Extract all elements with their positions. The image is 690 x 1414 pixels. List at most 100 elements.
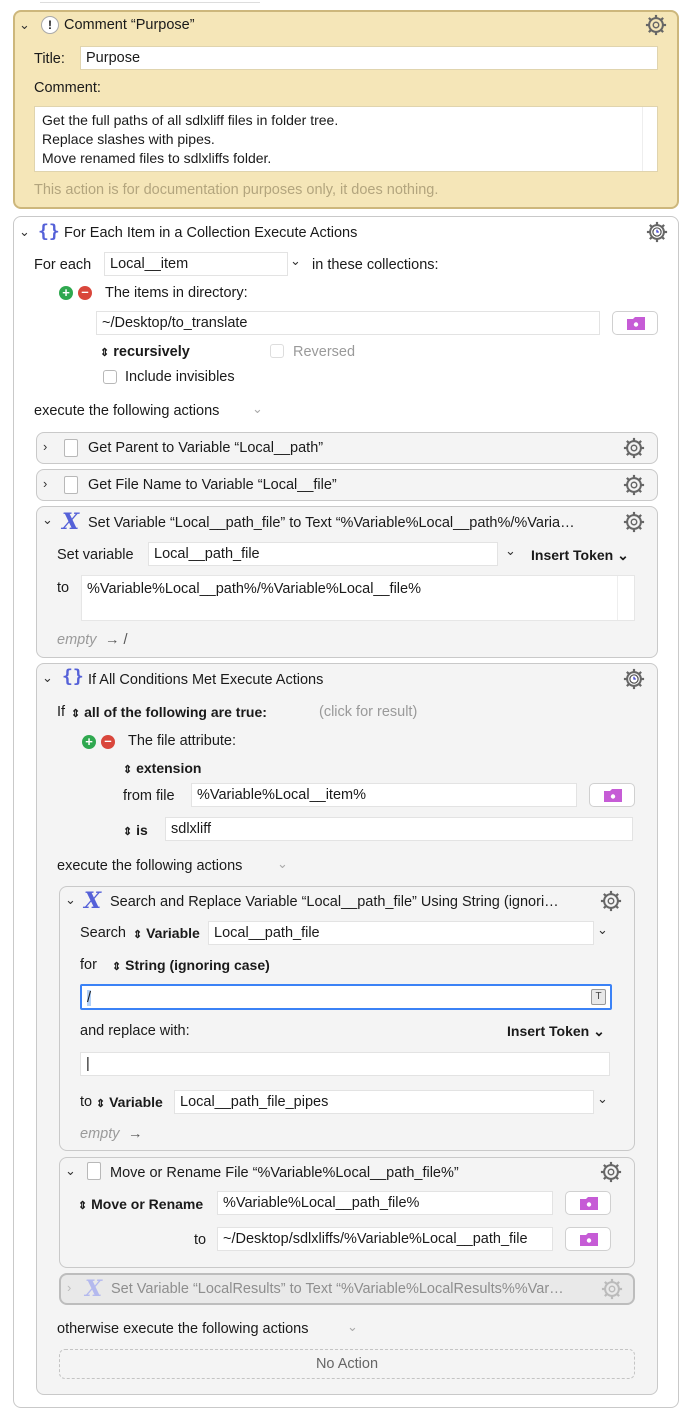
search-mode-selector[interactable]: ⇕ String (ignoring case): [112, 957, 270, 973]
search-variable-field[interactable]: Local__path_file: [208, 921, 594, 945]
folder-picker-button[interactable]: [612, 311, 658, 335]
gear-icon[interactable]: [600, 1161, 622, 1183]
updown-icon: ⇕: [133, 929, 143, 941]
folder-picker-button[interactable]: [565, 1227, 611, 1251]
no-action-dropzone[interactable]: No Action: [59, 1349, 635, 1379]
get-filename-action[interactable]: › Get File Name to Variable “Local__file…: [36, 469, 658, 501]
collapse-chevron-icon[interactable]: ⌄: [65, 1163, 76, 1179]
gear-icon[interactable]: [645, 14, 667, 36]
for-each-action: ⌄ {} For Each Item in a Collection Execu…: [13, 216, 679, 1408]
move-source-field[interactable]: %Variable%Local__path_file%: [217, 1191, 553, 1215]
gear-clock-icon[interactable]: [623, 668, 645, 690]
attribute-selector[interactable]: ⇕ extension: [123, 760, 201, 776]
text-scrollbar[interactable]: [617, 576, 635, 620]
loop-variable-field[interactable]: Local__item: [104, 252, 288, 276]
insert-token-menu[interactable]: Insert Token ⌄: [531, 547, 629, 564]
updown-icon: ⇕: [71, 708, 81, 720]
gear-icon[interactable]: [600, 890, 622, 912]
variable-dropdown-chevron-icon[interactable]: ⌄: [597, 1091, 608, 1107]
expand-chevron-icon[interactable]: ›: [43, 439, 47, 454]
search-label: Search: [80, 925, 126, 941]
disabled-set-variable-action[interactable]: › X Set Variable “LocalResults” to Text …: [59, 1273, 635, 1305]
updown-icon: ⇕: [78, 1200, 88, 1212]
to-type-selector[interactable]: ⇕ Variable: [96, 1094, 163, 1110]
gear-clock-icon[interactable]: [646, 221, 668, 243]
search-type-label: Variable: [146, 925, 200, 941]
search-text: /: [87, 990, 92, 1006]
updown-icon: ⇕: [100, 347, 110, 359]
comment-footer: This action is for documentation purpose…: [34, 182, 439, 198]
folder-picker-button[interactable]: [589, 783, 635, 807]
set-variable-name-field[interactable]: Local__path_file: [148, 542, 498, 566]
is-value-field[interactable]: sdlxliff: [165, 817, 633, 841]
search-mode-label: String (ignoring case): [125, 957, 270, 973]
gear-icon[interactable]: [601, 1278, 623, 1300]
if-braces-icon: {}: [62, 666, 84, 687]
is-label: is: [136, 822, 148, 838]
if-title: If All Conditions Met Execute Actions: [88, 672, 324, 688]
include-invisibles-checkbox[interactable]: [103, 370, 117, 384]
to-variable-field[interactable]: Local__path_file_pipes: [174, 1090, 594, 1114]
empty-hint: empty: [80, 1126, 120, 1142]
document-icon: [64, 476, 78, 494]
set-variable-action: ⌄ X Set Variable “Local__path_file” to T…: [36, 506, 658, 658]
collapse-chevron-icon[interactable]: ⌄: [65, 892, 76, 908]
collapse-chevron-icon[interactable]: ⌄: [19, 17, 30, 33]
variable-dropdown-chevron-icon[interactable]: ⌄: [505, 543, 516, 559]
textarea-scrollbar[interactable]: [642, 107, 657, 171]
move-dest-field[interactable]: ~/Desktop/sdlxliffs/%Variable%Local__pat…: [217, 1227, 553, 1251]
directory-field[interactable]: ~/Desktop/to_translate: [96, 311, 600, 335]
set-variable-title: Set Variable “Local__path_file” to Text …: [88, 515, 575, 531]
move-mode-selector[interactable]: ⇕ Move or Rename: [78, 1196, 203, 1212]
title-field[interactable]: Purpose: [80, 46, 658, 70]
gear-icon[interactable]: [623, 511, 645, 533]
collapse-chevron-icon[interactable]: ⌄: [19, 224, 30, 240]
execute-actions-chevron-icon[interactable]: ⌄: [277, 856, 288, 872]
set-variable-text-field[interactable]: %Variable%Local__path%/%Variable%Local__…: [81, 575, 635, 621]
get-filename-title: Get File Name to Variable “Local__file”: [88, 477, 337, 493]
variable-dropdown-chevron-icon[interactable]: ⌄: [597, 922, 608, 938]
reversed-checkbox[interactable]: [270, 344, 284, 358]
add-condition-icon[interactable]: +: [82, 735, 96, 749]
from-file-field[interactable]: %Variable%Local__item%: [191, 783, 577, 807]
gear-icon[interactable]: [623, 474, 645, 496]
chevron-down-icon: ⌄: [617, 547, 629, 563]
insert-token-label: Insert Token: [531, 547, 614, 563]
remove-collection-icon[interactable]: –: [78, 285, 92, 300]
search-text-field[interactable]: / T: [80, 984, 612, 1010]
comment-title: Comment “Purpose”: [64, 17, 195, 33]
if-conditions-action: ⌄ {} If All Conditions Met Execute Actio…: [36, 663, 658, 1395]
attribute-label: extension: [136, 760, 202, 776]
variable-x-icon: X: [84, 888, 102, 914]
text-token-icon[interactable]: T: [591, 989, 606, 1005]
from-file-label: from file: [123, 788, 175, 804]
collapse-chevron-icon[interactable]: ⌄: [42, 670, 53, 686]
get-parent-action[interactable]: › Get Parent to Variable “Local__path”: [36, 432, 658, 464]
replace-text-field[interactable]: |: [80, 1052, 610, 1076]
variable-dropdown-chevron-icon[interactable]: ⌄: [290, 253, 301, 269]
collapse-chevron-icon[interactable]: ⌄: [42, 512, 53, 528]
reversed-label: Reversed: [293, 344, 356, 360]
search-type-selector[interactable]: ⇕ Variable: [133, 925, 200, 941]
variable-x-icon: X: [85, 1276, 103, 1302]
remove-condition-icon[interactable]: –: [101, 734, 115, 749]
click-for-result[interactable]: (click for result): [319, 704, 417, 720]
condition-mode-selector[interactable]: ⇕ all of the following are true:: [71, 704, 267, 720]
comment-textarea[interactable]: Get the full paths of all sdlxliff files…: [34, 106, 658, 172]
folder-picker-button[interactable]: [565, 1191, 611, 1215]
insert-token-menu[interactable]: Insert Token ⌄: [507, 1023, 605, 1040]
updown-icon: ⇕: [96, 1098, 106, 1110]
recursively-selector[interactable]: ⇕ recursively: [100, 344, 190, 360]
otherwise-chevron-icon[interactable]: ⌄: [347, 1319, 358, 1335]
is-selector[interactable]: ⇕ is: [123, 822, 148, 838]
gear-icon[interactable]: [623, 437, 645, 459]
search-replace-title: Search and Replace Variable “Local__path…: [110, 894, 559, 910]
replace-label: and replace with:: [80, 1023, 190, 1039]
updown-icon: ⇕: [112, 961, 122, 973]
empty-result-arrow: →: [128, 1126, 143, 1142]
expand-chevron-icon[interactable]: ›: [43, 476, 47, 491]
expand-chevron-icon[interactable]: ›: [67, 1280, 71, 1295]
add-collection-icon[interactable]: +: [59, 286, 73, 300]
execute-actions-chevron-icon[interactable]: ⌄: [252, 401, 263, 417]
title-label: Title:: [34, 51, 65, 67]
